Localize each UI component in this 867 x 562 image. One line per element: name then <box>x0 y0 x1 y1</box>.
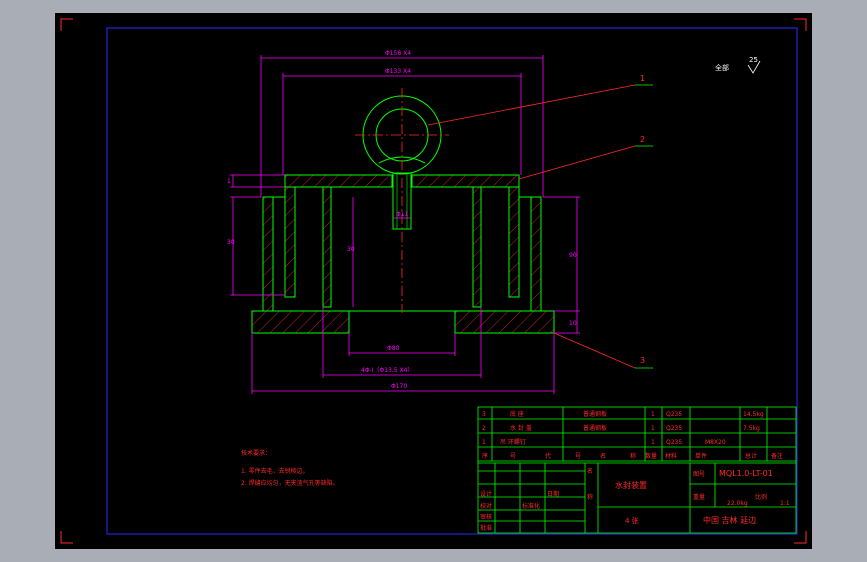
drawing-name: 水封装置 <box>615 480 647 490</box>
hdr-9: 总计 <box>745 452 757 460</box>
row1-name: 吊 环螺钉 <box>500 438 526 446</box>
roughness-value: 25 <box>749 56 758 64</box>
hdr-8: 单件 <box>695 452 707 460</box>
roughness-note: 全部 <box>715 63 729 72</box>
hdr-2: 代 <box>545 452 551 460</box>
row2-note: 普通钢板 <box>583 424 607 432</box>
balloon-1: 1 <box>640 74 645 83</box>
row3-material: Q235 <box>666 411 682 418</box>
tech-requirements: 技术要求： 1. 零件去毛，去锐棱边。 2. 焊缝应均匀，无夹渣气孔等缺陷。 <box>241 449 339 487</box>
base-plate <box>251 310 555 334</box>
scale: 1:1 <box>780 500 790 507</box>
cad-drawing: 全部 25 Φ158 X4 Φ133 X4 Φ11 Φ80 4Φ-Ⅰ（Φ13.5… <box>60 18 807 544</box>
hdr-1: 号 <box>510 453 516 460</box>
tb-label-design: 设计 <box>480 490 492 498</box>
tb-label-weight: 重量 <box>693 493 705 501</box>
hdr-7: 材料 <box>665 452 677 460</box>
weight: 22.0kg <box>727 500 748 507</box>
row3-qty: 1 <box>651 411 655 418</box>
row3-name: 底 座 <box>510 410 524 418</box>
sheet-count: 4 张 <box>625 516 639 525</box>
tb-label-approve: 批准 <box>480 524 492 532</box>
balloon-3: 3 <box>640 356 645 365</box>
hdr-0: 序 <box>482 452 488 460</box>
dim-right-height: 90 <box>569 252 577 259</box>
row1-qty: 1 <box>651 439 655 446</box>
hdr-3: 号 <box>575 453 581 460</box>
drawing-canvas: 全部 25 Φ158 X4 Φ133 X4 Φ11 Φ80 4Φ-Ⅰ（Φ13.5… <box>55 13 812 549</box>
tb-label-review: 审核 <box>480 513 492 521</box>
tb-label-scale: 比例 <box>755 493 767 501</box>
row2-no: 2 <box>482 425 486 432</box>
row3-weight: 14.5kg <box>743 411 764 418</box>
row1-weight: M8X20 <box>705 439 726 446</box>
corner-marks <box>60 18 807 544</box>
dim-bottom-small: 10 <box>569 320 577 327</box>
hdr-4: 名 <box>600 452 606 460</box>
dim-bottom-holes: 4Φ-Ⅰ（Φ13.5 X4） <box>361 367 413 374</box>
row1-no: 1 <box>482 439 486 446</box>
hdr-5: 称 <box>630 452 636 460</box>
dim-bottom-outer: Φ170 <box>391 383 407 390</box>
dim-hole: Φ11 <box>396 211 409 218</box>
tb-label-standard: 标准化 <box>522 502 540 510</box>
row2-name: 水 封 盖 <box>510 424 532 432</box>
company: 中国 吉林 延边 <box>703 515 756 525</box>
row2-weight: 7.5kg <box>743 425 760 432</box>
tb-label-name1: 名 <box>587 467 593 475</box>
tech-title: 技术要求： <box>241 449 271 457</box>
hdr-6: 数量 <box>645 452 657 460</box>
tech-item-1: 1. 零件去毛，去锐棱边。 <box>241 467 309 475</box>
dim-top-small: 1 <box>227 178 231 185</box>
tb-label-drawno: 图号 <box>693 471 705 478</box>
drawing-number: MQL1.0-LT-01 <box>719 469 773 478</box>
tb-label-check: 校对 <box>480 502 492 510</box>
row2-qty: 1 <box>651 425 655 432</box>
tb-label-date: 日期 <box>547 490 559 498</box>
dim-top-outer: Φ158 X4 <box>385 50 411 57</box>
balloon-2: 2 <box>640 135 645 144</box>
tb-label-name2: 称 <box>587 493 593 501</box>
dim-top-inner: Φ133 X4 <box>385 68 411 75</box>
row3-no: 3 <box>482 411 486 418</box>
row1-material: Q235 <box>666 439 682 446</box>
tech-item-2: 2. 焊缝应均匀，无夹渣气孔等缺陷。 <box>241 479 339 487</box>
hdr-10: 备注 <box>771 452 783 460</box>
row3-note: 普通钢板 <box>583 410 607 418</box>
drawing-frame <box>106 27 798 535</box>
dim-inner-height: 30 <box>347 246 355 253</box>
row2-material: Q235 <box>666 425 682 432</box>
dim-bottom-inner: Φ80 <box>387 345 400 352</box>
dim-left-height: 30 <box>227 239 235 246</box>
